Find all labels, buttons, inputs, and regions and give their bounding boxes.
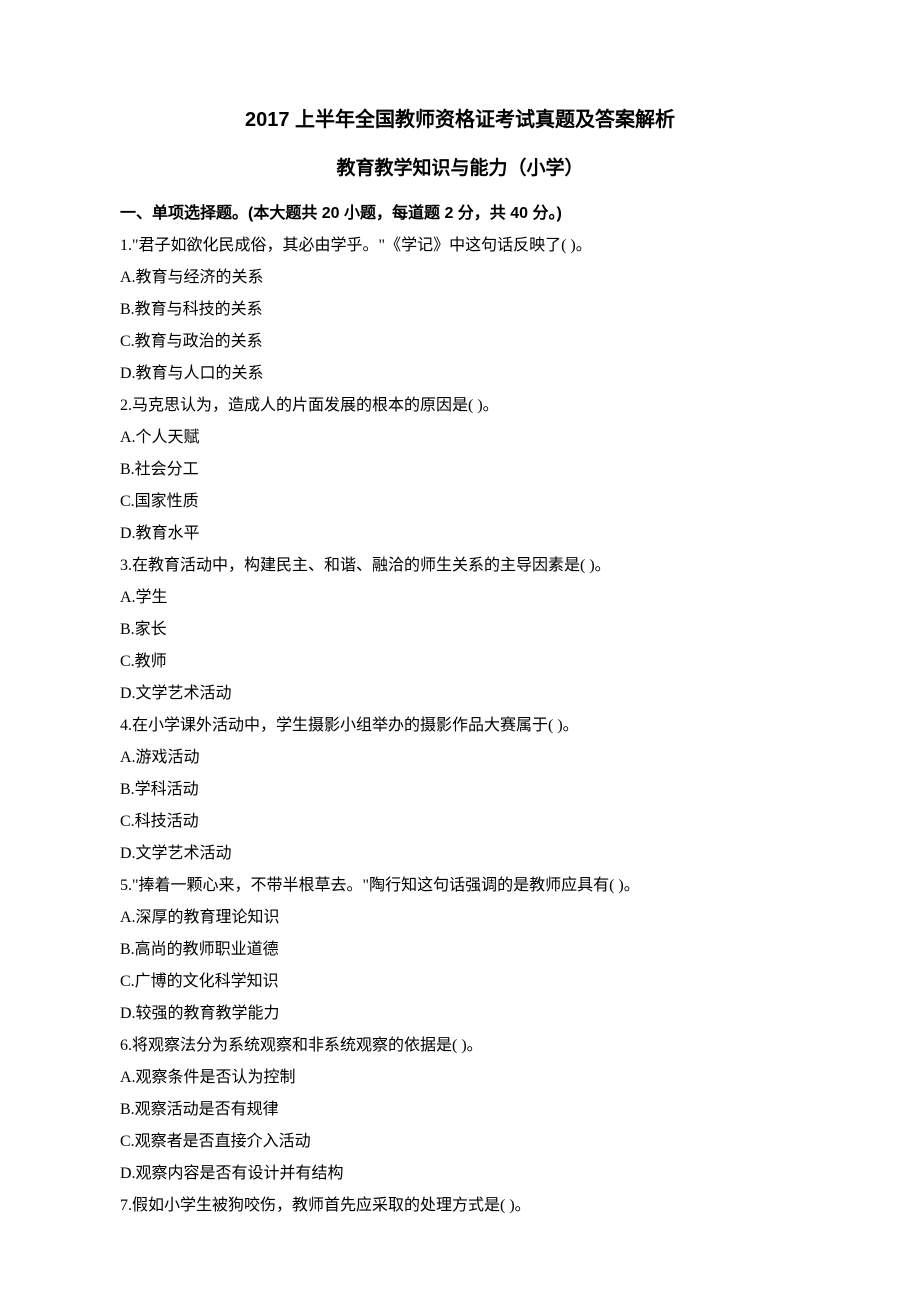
section-header: 一、单项选择题。(本大题共 20 小题，每道题 2 分，共 40 分。) xyxy=(120,198,800,230)
question-1: 1."君子如欲化民成俗，其必由学乎。"《学记》中这句话反映了( )。 A.教育与… xyxy=(120,230,800,390)
question-stem: 1."君子如欲化民成俗，其必由学乎。"《学记》中这句话反映了( )。 xyxy=(120,230,800,262)
option-c: C.教师 xyxy=(120,646,800,678)
question-stem: 2.马克思认为，造成人的片面发展的根本的原因是( )。 xyxy=(120,390,800,422)
option-d: D.教育水平 xyxy=(120,518,800,550)
option-a: A.游戏活动 xyxy=(120,742,800,774)
option-c: C.国家性质 xyxy=(120,486,800,518)
question-3: 3.在教育活动中，构建民主、和谐、融洽的师生关系的主导因素是( )。 A.学生 … xyxy=(120,550,800,710)
option-b: B.学科活动 xyxy=(120,774,800,806)
option-d: D.较强的教育教学能力 xyxy=(120,998,800,1030)
question-stem: 5."捧着一颗心来，不带半根草去。"陶行知这句话强调的是教师应具有( )。 xyxy=(120,870,800,902)
option-c: C.观察者是否直接介入活动 xyxy=(120,1126,800,1158)
option-c: C.教育与政治的关系 xyxy=(120,326,800,358)
option-b: B.社会分工 xyxy=(120,454,800,486)
option-d: D.文学艺术活动 xyxy=(120,678,800,710)
option-b: B.观察活动是否有规律 xyxy=(120,1094,800,1126)
option-a: A.个人天赋 xyxy=(120,422,800,454)
document-subtitle: 教育教学知识与能力（小学） xyxy=(120,150,800,188)
option-d: D.教育与人口的关系 xyxy=(120,358,800,390)
option-a: A.教育与经济的关系 xyxy=(120,262,800,294)
option-b: B.高尚的教师职业道德 xyxy=(120,934,800,966)
question-6: 6.将观察法分为系统观察和非系统观察的依据是( )。 A.观察条件是否认为控制 … xyxy=(120,1030,800,1190)
question-4: 4.在小学课外活动中，学生摄影小组举办的摄影作品大赛属于( )。 A.游戏活动 … xyxy=(120,710,800,870)
document-title: 2017 上半年全国教师资格证考试真题及答案解析 xyxy=(120,100,800,140)
option-b: B.教育与科技的关系 xyxy=(120,294,800,326)
option-d: D.观察内容是否有设计并有结构 xyxy=(120,1158,800,1190)
option-a: A.观察条件是否认为控制 xyxy=(120,1062,800,1094)
question-stem: 7.假如小学生被狗咬伤，教师首先应采取的处理方式是( )。 xyxy=(120,1190,800,1222)
question-7: 7.假如小学生被狗咬伤，教师首先应采取的处理方式是( )。 xyxy=(120,1190,800,1222)
option-a: A.学生 xyxy=(120,582,800,614)
option-c: C.广博的文化科学知识 xyxy=(120,966,800,998)
question-5: 5."捧着一颗心来，不带半根草去。"陶行知这句话强调的是教师应具有( )。 A.… xyxy=(120,870,800,1030)
question-stem: 4.在小学课外活动中，学生摄影小组举办的摄影作品大赛属于( )。 xyxy=(120,710,800,742)
option-a: A.深厚的教育理论知识 xyxy=(120,902,800,934)
question-stem: 6.将观察法分为系统观察和非系统观察的依据是( )。 xyxy=(120,1030,800,1062)
question-stem: 3.在教育活动中，构建民主、和谐、融洽的师生关系的主导因素是( )。 xyxy=(120,550,800,582)
question-2: 2.马克思认为，造成人的片面发展的根本的原因是( )。 A.个人天赋 B.社会分… xyxy=(120,390,800,550)
option-d: D.文学艺术活动 xyxy=(120,838,800,870)
option-c: C.科技活动 xyxy=(120,806,800,838)
option-b: B.家长 xyxy=(120,614,800,646)
